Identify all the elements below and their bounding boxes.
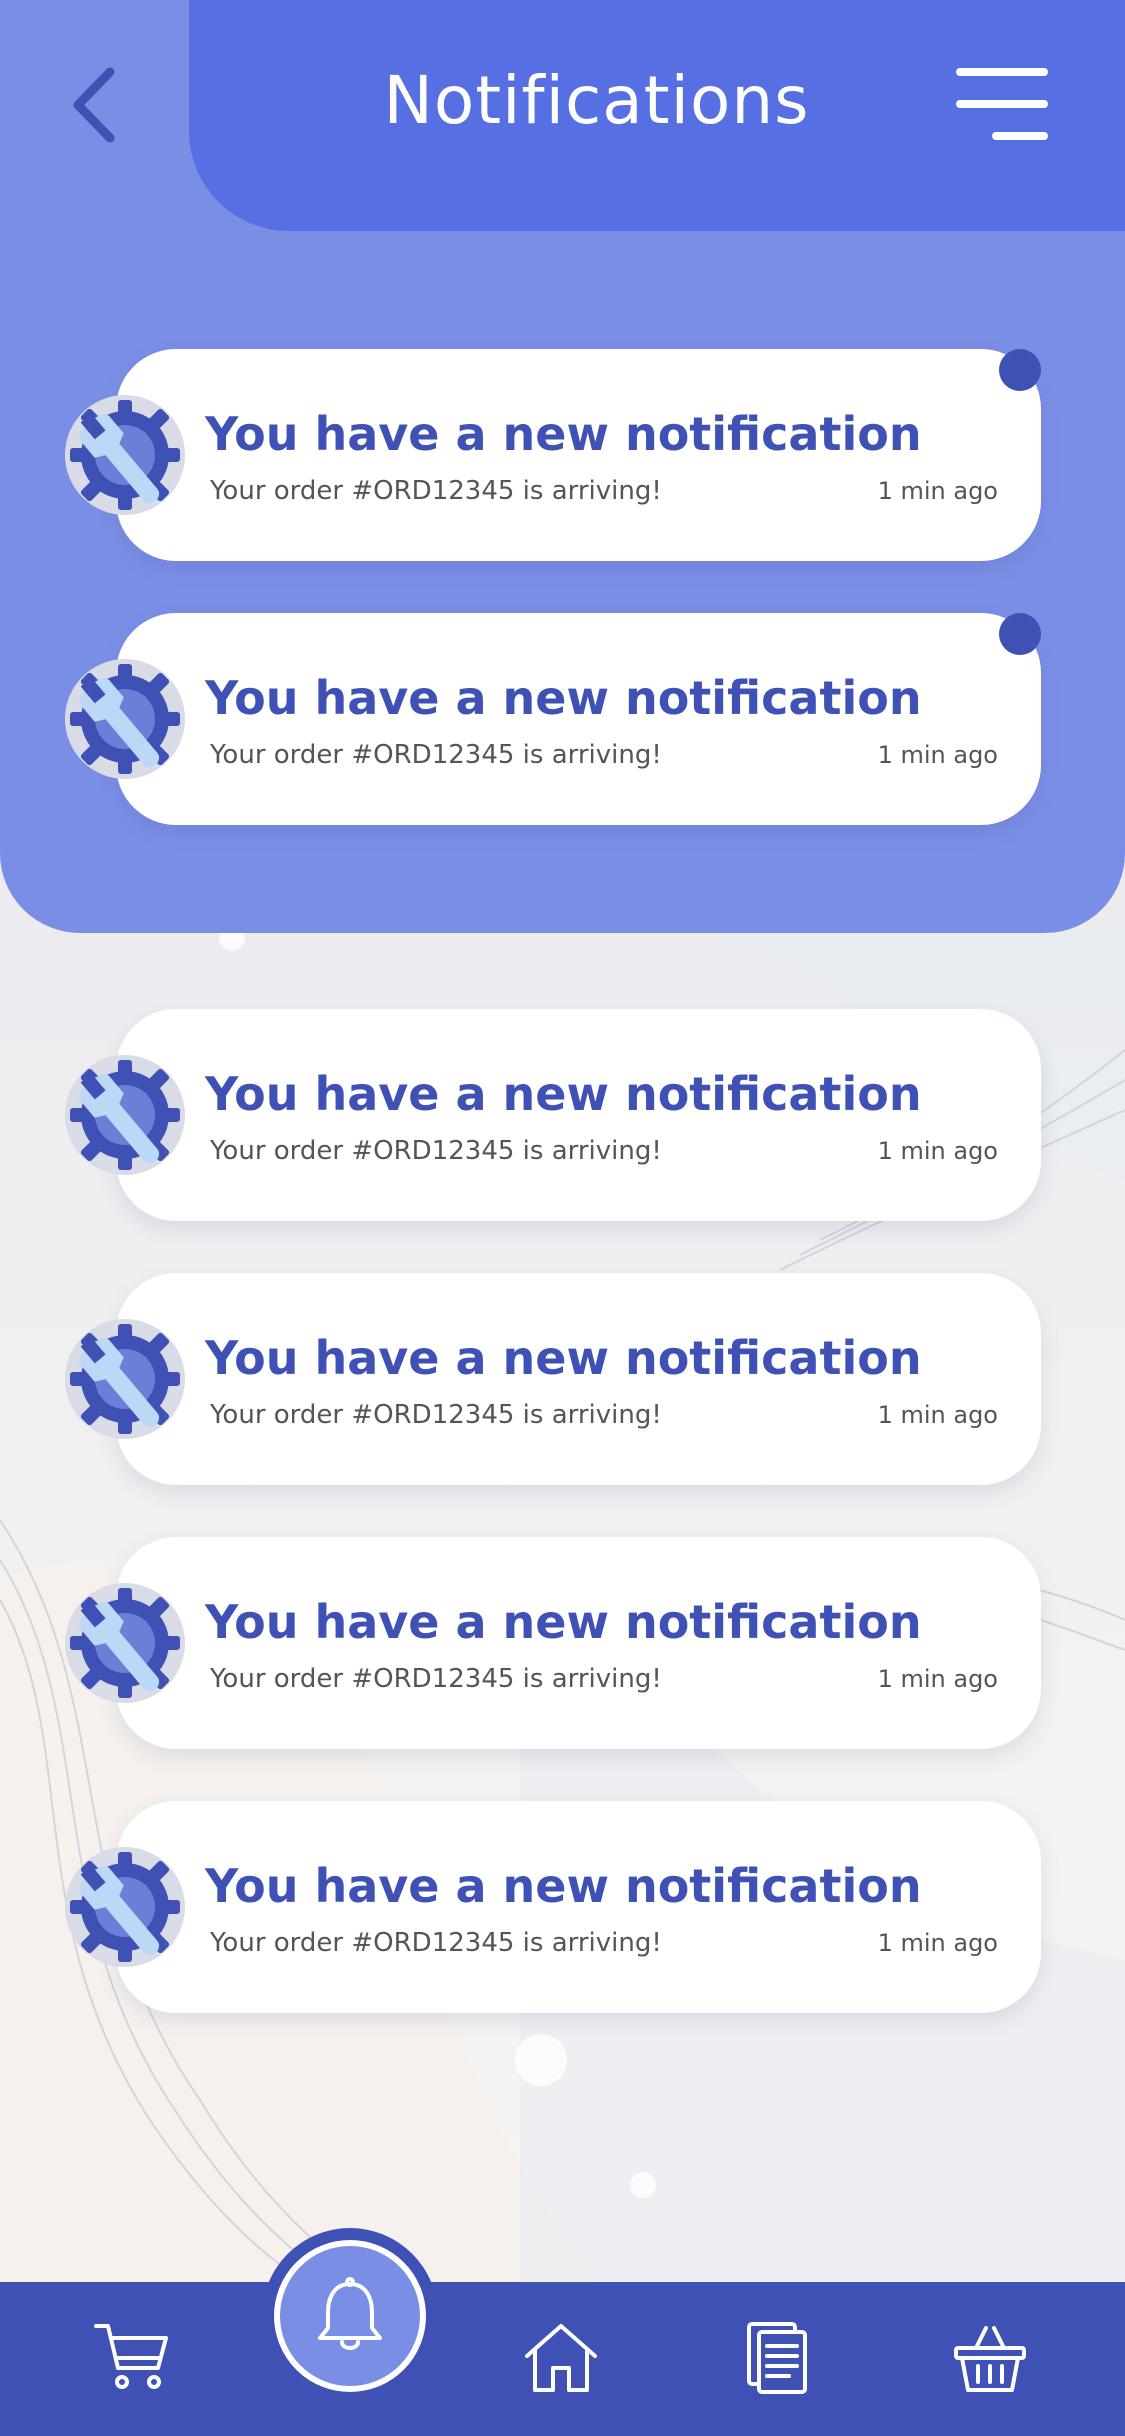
home-icon xyxy=(525,2324,597,2392)
notification-time: 1 min ago xyxy=(877,741,998,769)
settings-wrench-icon xyxy=(60,1050,190,1180)
notification-message: Your order #ORD12345 is arriving! xyxy=(210,1928,662,1958)
notification-time: 1 min ago xyxy=(877,1665,998,1693)
notification-card[interactable]: You have a new notification Your order #O… xyxy=(65,1537,1041,1749)
nav-documents[interactable] xyxy=(737,2318,817,2398)
basket-icon xyxy=(954,2326,1026,2392)
notification-card[interactable]: You have a new notification Your order #O… xyxy=(65,1009,1041,1221)
nav-home[interactable] xyxy=(521,2318,601,2398)
notification-card[interactable]: You have a new notification Your order #O… xyxy=(65,349,1041,561)
notification-title: You have a new notification xyxy=(205,1595,922,1649)
settings-wrench-icon xyxy=(60,390,190,520)
notification-time: 1 min ago xyxy=(877,1929,998,1957)
notification-card[interactable]: You have a new notification Your order #O… xyxy=(65,1273,1041,1485)
nav-cart[interactable] xyxy=(92,2318,172,2398)
settings-wrench-icon xyxy=(60,1842,190,1972)
notification-title: You have a new notification xyxy=(205,671,922,725)
bell-icon xyxy=(318,2277,382,2350)
notification-message: Your order #ORD12345 is arriving! xyxy=(210,476,662,506)
notification-message: Your order #ORD12345 is arriving! xyxy=(210,1136,662,1166)
page-title: Notifications xyxy=(383,62,810,139)
notification-time: 1 min ago xyxy=(877,1137,998,1165)
settings-wrench-icon xyxy=(60,1578,190,1708)
document-icon xyxy=(747,2322,807,2394)
nav-notifications-inner xyxy=(274,2240,426,2392)
settings-wrench-icon xyxy=(60,654,190,784)
menu-line xyxy=(956,100,1048,108)
notification-card[interactable]: You have a new notification Your order #O… xyxy=(65,613,1041,825)
notification-title: You have a new notification xyxy=(205,1331,922,1385)
cart-icon xyxy=(94,2324,168,2389)
notification-message: Your order #ORD12345 is arriving! xyxy=(210,740,662,770)
nav-notifications[interactable] xyxy=(262,2228,438,2404)
notification-title: You have a new notification xyxy=(205,407,922,461)
notification-time: 1 min ago xyxy=(877,1401,998,1429)
notification-message: Your order #ORD12345 is arriving! xyxy=(210,1400,662,1430)
unread-indicator xyxy=(999,349,1041,391)
notification-time: 1 min ago xyxy=(877,477,998,505)
menu-line xyxy=(956,68,1048,76)
back-button[interactable] xyxy=(60,60,140,150)
menu-button[interactable] xyxy=(948,64,1048,144)
notification-message: Your order #ORD12345 is arriving! xyxy=(210,1664,662,1694)
notification-title: You have a new notification xyxy=(205,1859,922,1913)
nav-basket[interactable] xyxy=(950,2318,1030,2398)
menu-line xyxy=(992,132,1048,140)
settings-wrench-icon xyxy=(60,1314,190,1444)
notification-title: You have a new notification xyxy=(205,1067,922,1121)
chevron-left-icon xyxy=(73,67,115,143)
unread-indicator xyxy=(999,613,1041,655)
notification-card[interactable]: You have a new notification Your order #O… xyxy=(65,1801,1041,2013)
